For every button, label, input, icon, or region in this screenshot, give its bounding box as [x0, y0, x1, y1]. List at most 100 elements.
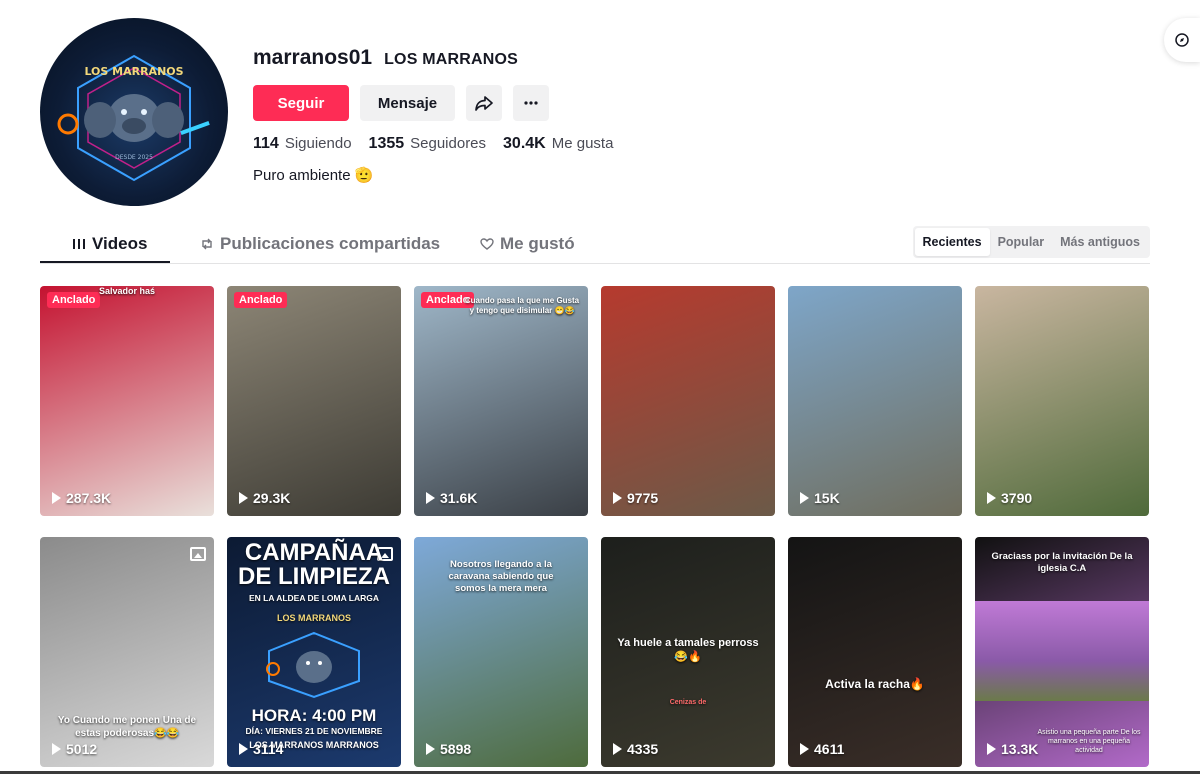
repost-icon — [202, 238, 212, 250]
likes-label: Me gusta — [551, 135, 614, 152]
video-card[interactable]: Anclado 29.3K — [227, 286, 401, 516]
compass-icon — [1175, 33, 1189, 47]
view-count-text: 4335 — [627, 741, 659, 757]
view-count-text: 5012 — [66, 741, 98, 757]
follow-button[interactable]: Seguir — [253, 85, 349, 121]
video-caption: Nosotros llegando a la caravana sabiendo… — [448, 559, 554, 594]
view-count-text: 4611 — [814, 741, 845, 757]
video-view-count: 29.3K — [239, 490, 290, 506]
view-count-text: 13.3K — [1001, 741, 1039, 757]
pinned-badge: Anclado — [234, 292, 288, 308]
share-icon — [475, 96, 493, 111]
video-view-count: 5012 — [52, 741, 97, 757]
poster-text: DÍA: VIERNES 21 DE NOVIEMBRE — [245, 726, 383, 736]
tab-liked[interactable]: Me gustó — [480, 234, 575, 254]
play-icon — [800, 492, 809, 504]
followers-stat[interactable]: 1355 Seguidores — [369, 135, 486, 153]
grid-icon — [73, 239, 85, 249]
tab-videos-label: Videos — [92, 234, 148, 253]
video-card[interactable]: Activa la racha🔥 4611 — [788, 537, 962, 767]
tab-reposts[interactable]: Publicaciones compartidas — [200, 234, 440, 254]
video-card[interactable]: Graciass por la invitación De la iglesia… — [975, 537, 1149, 767]
svg-text:DESDE 2025: DESDE 2025 — [115, 154, 153, 161]
video-view-count: 5898 — [426, 741, 471, 757]
view-count-text: 5898 — [440, 741, 472, 757]
play-icon — [426, 492, 435, 504]
more-icon — [524, 101, 538, 105]
followers-label: Seguidores — [410, 135, 487, 152]
view-count-text: 3790 — [1001, 490, 1033, 506]
video-view-count: 13.3K — [987, 741, 1038, 757]
video-grid: Anclado Salvador haś 287.3K Anclado 29.3K Anc… — [40, 286, 1149, 767]
video-caption: Salvador haś — [98, 286, 156, 296]
video-card[interactable]: 3790 — [975, 286, 1149, 516]
svg-text:LOS MARRANOS: LOS MARRANOS — [84, 65, 183, 78]
active-tab-indicator — [40, 261, 170, 263]
play-icon — [613, 743, 622, 755]
video-caption: Cuando pasa la que me Gusta y tengo que … — [464, 296, 580, 315]
play-icon — [987, 743, 996, 755]
video-view-count: 31.6K — [426, 490, 477, 506]
video-caption: Yo Cuando me ponen Una de estas poderosa… — [57, 715, 197, 739]
username: marranos01 — [253, 46, 373, 69]
video-caption: Ya huele a tamales perross 😂🔥 — [617, 637, 759, 663]
bottom-divider — [0, 771, 1200, 774]
message-button[interactable]: Mensaje — [360, 85, 455, 121]
video-card[interactable]: CAMPAÑAA DE LIMPIEZA EN LA ALDEA DE LOMA … — [227, 537, 401, 767]
video-view-count: 4611 — [800, 741, 844, 757]
profile-stats: 114 Siguiendo 1355 Seguidores 30.4K Me g… — [253, 135, 613, 153]
profile-bio: Puro ambiente 🫡 — [253, 167, 374, 184]
poster-text: EN LA ALDEA DE LOMA LARGA — [248, 593, 379, 603]
sort-popular[interactable]: Popular — [990, 228, 1053, 256]
video-card[interactable]: 9775 — [601, 286, 775, 516]
video-thumbnail-frame — [975, 601, 1149, 701]
likes-stat: 30.4K Me gusta — [503, 135, 613, 153]
following-count: 114 — [253, 135, 279, 152]
profile-avatar[interactable]: LOS MARRANOS DESDE 2025 — [40, 18, 228, 206]
play-icon — [613, 492, 622, 504]
poster-text: LOS MARRANOS — [277, 613, 351, 623]
video-card[interactable]: Anclado Cuando pasa la que me Gusta y ten… — [414, 286, 588, 516]
profile-info: marranos01 LOS MARRANOS Seguir Mensaje 1… — [253, 46, 613, 184]
video-card[interactable]: Yo Cuando me ponen Una de estas poderosa… — [40, 537, 214, 767]
play-icon — [426, 743, 435, 755]
play-icon — [239, 743, 248, 755]
view-count-text: 3114 — [253, 741, 284, 757]
video-view-count: 3790 — [987, 490, 1032, 506]
view-count-text: 15K — [814, 490, 840, 506]
photo-carousel-icon — [190, 547, 206, 561]
tab-reposts-label: Publicaciones compartidas — [220, 234, 441, 253]
sort-toggle: Recientes Popular Más antiguos — [912, 226, 1150, 258]
play-icon — [52, 492, 61, 504]
video-view-count: 15K — [800, 490, 840, 506]
following-label: Siguiendo — [284, 135, 352, 152]
video-card[interactable]: Anclado Salvador haś 287.3K — [40, 286, 214, 516]
video-caption: CAMPAÑAA DE LIMPIEZA — [237, 539, 390, 590]
share-button[interactable] — [466, 85, 502, 121]
video-card[interactable]: 15K — [788, 286, 962, 516]
floating-action-button[interactable] — [1164, 18, 1200, 62]
poster-text: HORA: 4:00 PM — [251, 706, 377, 725]
play-icon — [987, 492, 996, 504]
video-view-count: 9775 — [613, 490, 658, 506]
video-subcaption: Asistio una pequeña parte De los marrano… — [1037, 729, 1141, 754]
sort-recent[interactable]: Recientes — [914, 228, 990, 256]
play-icon — [239, 492, 248, 504]
video-caption: Graciass por la invitación De la iglesia… — [991, 551, 1133, 574]
avatar-logo: LOS MARRANOS DESDE 2025 — [57, 54, 210, 182]
play-icon — [800, 743, 809, 755]
video-card[interactable]: Ya huele a tamales perross 😂🔥 Cenizas de 4… — [601, 537, 775, 767]
poster-logo — [266, 631, 360, 699]
video-card[interactable]: Nosotros llegando a la caravana sabiendo… — [414, 537, 588, 767]
more-button[interactable] — [513, 85, 549, 121]
nickname: LOS MARRANOS — [384, 51, 519, 68]
view-count-text: 287.3K — [66, 490, 112, 506]
tab-videos[interactable]: Videos — [72, 234, 147, 254]
heart-icon — [480, 238, 494, 250]
view-count-text: 9775 — [627, 490, 659, 506]
video-view-count: 3114 — [239, 741, 283, 757]
tab-liked-label: Me gustó — [500, 234, 575, 253]
following-stat[interactable]: 114 Siguiendo — [253, 135, 352, 153]
sort-oldest[interactable]: Más antiguos — [1052, 228, 1148, 256]
video-caption: Activa la racha🔥 — [825, 677, 925, 691]
